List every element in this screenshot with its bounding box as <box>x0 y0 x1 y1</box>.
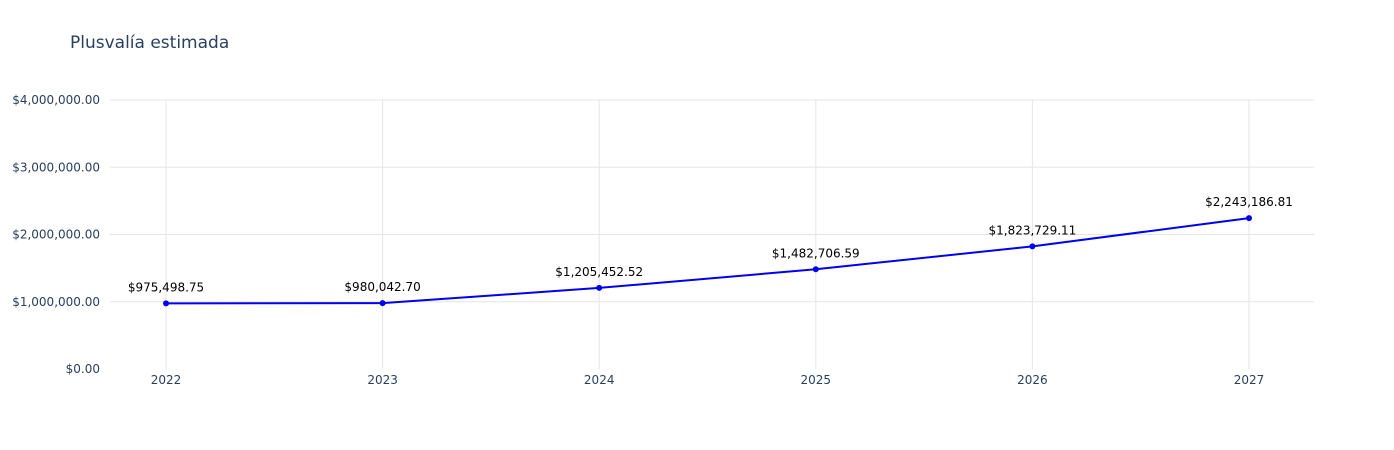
x-tick-label: 2022 <box>151 373 182 387</box>
data-point[interactable] <box>379 300 386 307</box>
chart-container: Plusvalía estimada $0.00 $1,000,000.00 $2,… <box>0 0 1394 450</box>
x-tick-label: 2025 <box>801 373 832 387</box>
y-tick-label: $3,000,000.00 <box>12 160 100 174</box>
data-labels: $975,498.75 $980,042.70 $1,205,452.52 $1,48… <box>128 195 1293 294</box>
x-tick-label: 2026 <box>1017 373 1048 387</box>
y-tick-label: $1,000,000.00 <box>12 295 100 309</box>
data-point[interactable] <box>812 266 819 273</box>
y-tick-label: $4,000,000.00 <box>12 93 100 107</box>
data-label: $1,205,452.52 <box>555 265 643 279</box>
data-label: $980,042.70 <box>344 280 420 294</box>
series-line <box>165 217 1250 305</box>
line-chart: $0.00 $1,000,000.00 $2,000,000.00 $3,000,00… <box>12 93 1314 387</box>
x-tick-label: 2027 <box>1234 373 1265 387</box>
data-label: $975,498.75 <box>128 280 204 294</box>
y-tick-label: $2,000,000.00 <box>12 228 100 242</box>
data-point[interactable] <box>596 284 603 291</box>
data-point[interactable] <box>1029 243 1036 250</box>
data-label: $2,243,186.81 <box>1205 195 1293 209</box>
data-point[interactable] <box>163 300 169 307</box>
data-point[interactable] <box>1246 215 1252 222</box>
data-label: $1,823,729.11 <box>989 223 1077 237</box>
x-tick-label: 2024 <box>584 373 615 387</box>
gridlines <box>110 99 1314 369</box>
y-tick-label: $0.00 <box>66 362 100 376</box>
series <box>163 215 1252 307</box>
x-tick-label: 2023 <box>367 373 398 387</box>
data-label: $1,482,706.59 <box>772 246 860 260</box>
